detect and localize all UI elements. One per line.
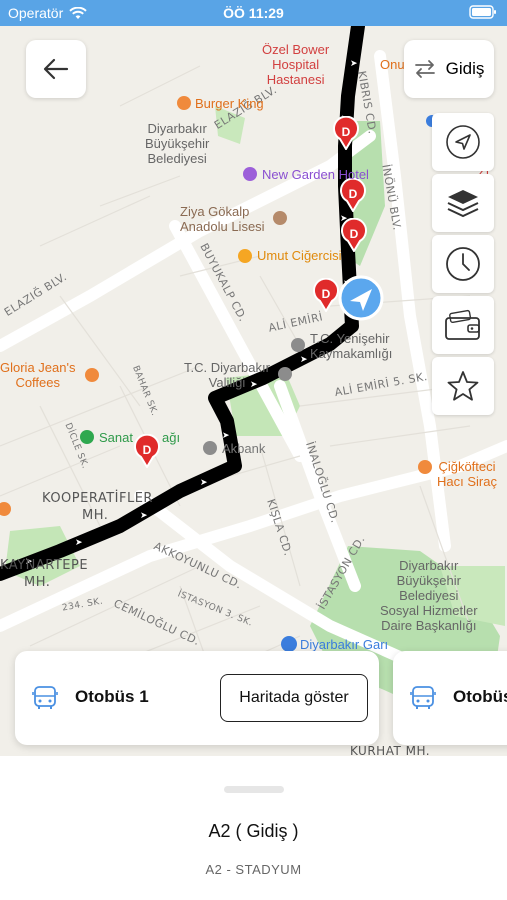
district-label: MH. (24, 575, 51, 590)
favorites-button[interactable] (432, 357, 494, 415)
locate-button[interactable] (432, 113, 494, 171)
vehicle-title: Otobüs (453, 687, 507, 706)
poi-gloria-jeans: Gloria Jean's Coffees (0, 360, 76, 390)
direction-toggle-button[interactable]: Gidiş (404, 40, 494, 98)
location-arrow-icon (446, 125, 480, 159)
poi-onur: Onu (380, 57, 405, 72)
vehicle-card[interactable]: Otobüs 1 Haritada göster (15, 651, 379, 745)
stop-marker-label: D (143, 443, 152, 457)
star-icon (447, 371, 479, 401)
svg-text:➤: ➤ (350, 59, 358, 69)
clock: ÖÖ 11:29 (223, 5, 284, 21)
back-button[interactable] (26, 40, 86, 98)
battery-icon (469, 5, 497, 22)
stop-marker[interactable]: D (312, 278, 340, 312)
poi-kaymakamlik: T.C. Yenişehir Kaymakamlığı (310, 331, 393, 361)
show-on-map-button[interactable]: Haritada göster (220, 674, 368, 722)
poi-ziya-gokalp: Ziya Gökalp Anadolu Lisesi (180, 204, 265, 234)
bus-icon (31, 684, 59, 717)
district-label: KURHAT MH. (350, 744, 431, 756)
poi-train-station: Diyarbakır Garı (300, 637, 389, 652)
map-view[interactable]: ➤➤➤ ➤➤➤ ➤➤➤ ➤➤ D D D D D ELAZIĞ BLV. ELA… (0, 26, 507, 756)
poi-cigkofte: Çiğköfteci Hacı Siraç (437, 459, 497, 489)
stop-marker-label: D (350, 227, 359, 241)
poi-valilik: T.C. Diyarbakır Valiliği (184, 360, 270, 390)
stop-marker-label: D (342, 125, 351, 139)
vehicle-card[interactable]: Otobüs (393, 651, 507, 745)
layers-button[interactable] (432, 174, 494, 232)
bus-icon (409, 684, 437, 717)
wallet-icon (445, 309, 480, 340)
layers-icon (447, 190, 479, 218)
arrow-left-icon (43, 58, 69, 80)
wallet-button[interactable] (432, 296, 494, 354)
poi-umut-cigercisi: Umut Ciğercisi (257, 248, 342, 263)
drag-handle[interactable] (224, 786, 284, 793)
svg-text:➤: ➤ (200, 478, 208, 488)
svg-text:➤: ➤ (300, 355, 308, 365)
poi-hospital: Özel Bower Hospital Hastanesi (262, 42, 330, 87)
route-title: A2 ( Gidiş ) (208, 821, 299, 841)
poi-social-services: Diyarbakır Büyükşehir Belediyesi Sosyal … (380, 558, 478, 633)
stop-marker-label: D (349, 187, 358, 201)
clock-icon (446, 247, 480, 281)
map-base: ➤➤➤ ➤➤➤ ➤➤➤ ➤➤ (0, 26, 507, 727)
bottom-sheet[interactable]: A2 ( Gidiş ) A2 - STADYUM (0, 756, 507, 900)
svg-text:➤: ➤ (222, 431, 230, 441)
direction-label: Gidiş (445, 59, 485, 78)
stop-marker[interactable]: D (340, 218, 368, 252)
poi-new-garden-hotel: New Garden Hotel (262, 167, 369, 182)
poi-municipality: Diyarbakır Büyükşehir Belediyesi (145, 121, 210, 166)
poi-sanat-tail: ağı (162, 430, 181, 445)
stop-marker[interactable]: D (339, 178, 367, 212)
vehicle-title: Otobüs 1 (75, 687, 149, 706)
schedule-button[interactable] (432, 235, 494, 293)
poi-sanat: Sanat (99, 430, 133, 445)
route-subtitle: A2 - STADYUM (205, 862, 302, 877)
poi-akbank: Akbank (222, 441, 266, 456)
district-label: KOOPERATİFLER (42, 491, 153, 506)
stop-marker[interactable]: D (133, 434, 161, 468)
svg-text:➤: ➤ (140, 511, 148, 521)
poi-burger-king: Burger King (195, 96, 264, 111)
district-label: KAYNARTEPE (0, 558, 89, 573)
stop-marker-label: D (322, 287, 331, 301)
district-label: MH. (82, 508, 109, 523)
status-bar: Operatör ÖÖ 11:29 (0, 0, 507, 26)
swap-icon (414, 60, 435, 78)
svg-text:➤: ➤ (75, 538, 83, 548)
stop-marker[interactable]: D (332, 116, 360, 150)
map-tools (432, 113, 494, 418)
